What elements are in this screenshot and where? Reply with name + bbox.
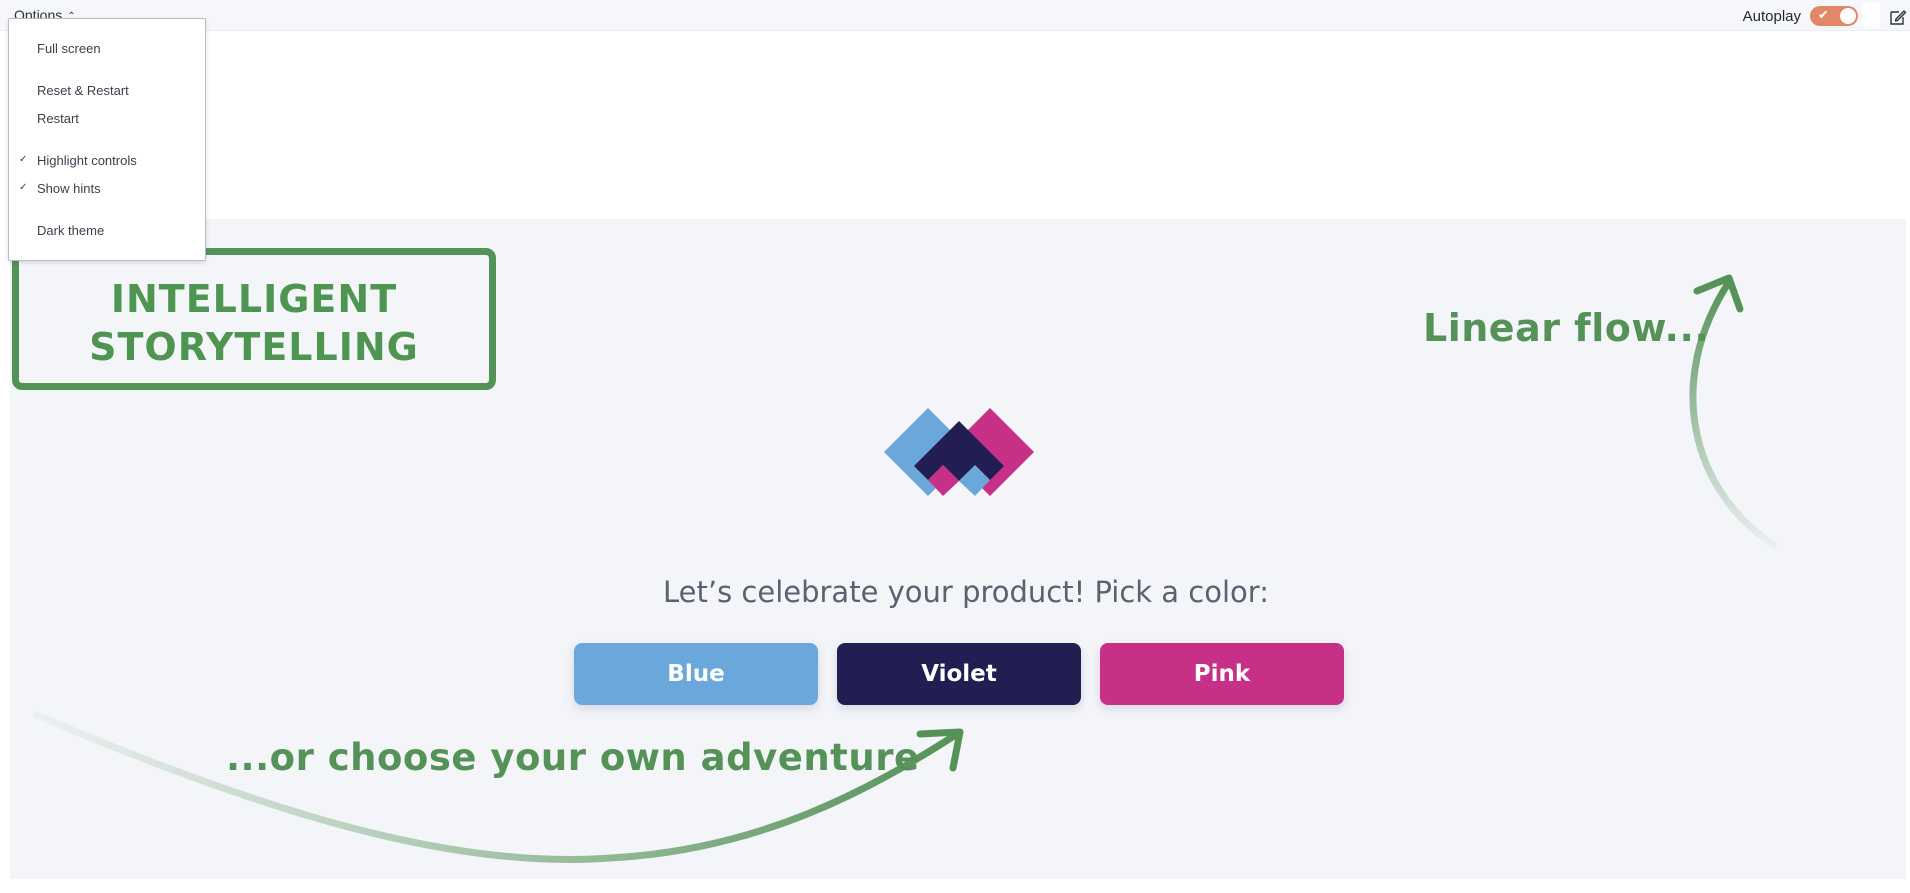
color-prompt: Let’s celebrate your product! Pick a col…: [663, 575, 1269, 609]
side-panel-tab[interactable]: [1862, 2, 1880, 28]
menu-item-dark-theme[interactable]: Dark theme: [9, 220, 205, 240]
checkmark-icon: ✓: [19, 154, 28, 165]
edit-icon[interactable]: [1889, 8, 1907, 26]
menu-item-full-screen[interactable]: Full screen: [9, 38, 205, 58]
menu-item-reset-restart[interactable]: Reset & Restart: [9, 80, 205, 100]
autoplay-control: Autoplay ✔: [1743, 5, 1858, 27]
checkmark-icon: ✓: [19, 182, 28, 193]
menu-item-label: Show hints: [37, 181, 101, 196]
menu-item-label: Reset & Restart: [37, 83, 129, 98]
autoplay-toggle[interactable]: ✔: [1810, 6, 1858, 26]
menu-item-label: Full screen: [37, 41, 101, 56]
menu-item-label: Highlight controls: [37, 153, 137, 168]
violet-button[interactable]: Violet: [837, 643, 1081, 705]
check-icon: ✔: [1818, 7, 1829, 22]
adventure-caption: ...or choose your own adventure: [226, 736, 920, 779]
pink-button[interactable]: Pink: [1100, 643, 1344, 705]
blue-button[interactable]: Blue: [574, 643, 818, 705]
autoplay-label: Autoplay: [1742, 7, 1801, 25]
linear-flow-caption: Linear flow...: [1423, 306, 1710, 350]
menu-item-label: Dark theme: [37, 223, 105, 238]
top-bar: Options ⌃ Autoplay ✔: [0, 0, 1910, 31]
story-heading-line1: INTELLIGENT: [110, 277, 398, 321]
intelligent-storytelling-frame: INTELLIGENT STORYTELLING: [12, 248, 496, 390]
menu-item-restart[interactable]: Restart: [9, 108, 205, 128]
app-root: Options ⌃ Autoplay ✔ INTELLIGENT STORYTE…: [0, 0, 1910, 893]
options-dropdown-menu: Full screen Reset & Restart Restart ✓ Hi…: [8, 18, 206, 261]
story-heading-line2: STORYTELLING: [89, 325, 419, 369]
menu-item-label: Restart: [37, 111, 79, 126]
menu-item-show-hints[interactable]: ✓ Show hints: [9, 178, 205, 198]
brand-logo-icon: [884, 408, 1034, 496]
menu-item-highlight-controls[interactable]: ✓ Highlight controls: [9, 150, 205, 170]
toggle-knob: [1840, 8, 1856, 24]
